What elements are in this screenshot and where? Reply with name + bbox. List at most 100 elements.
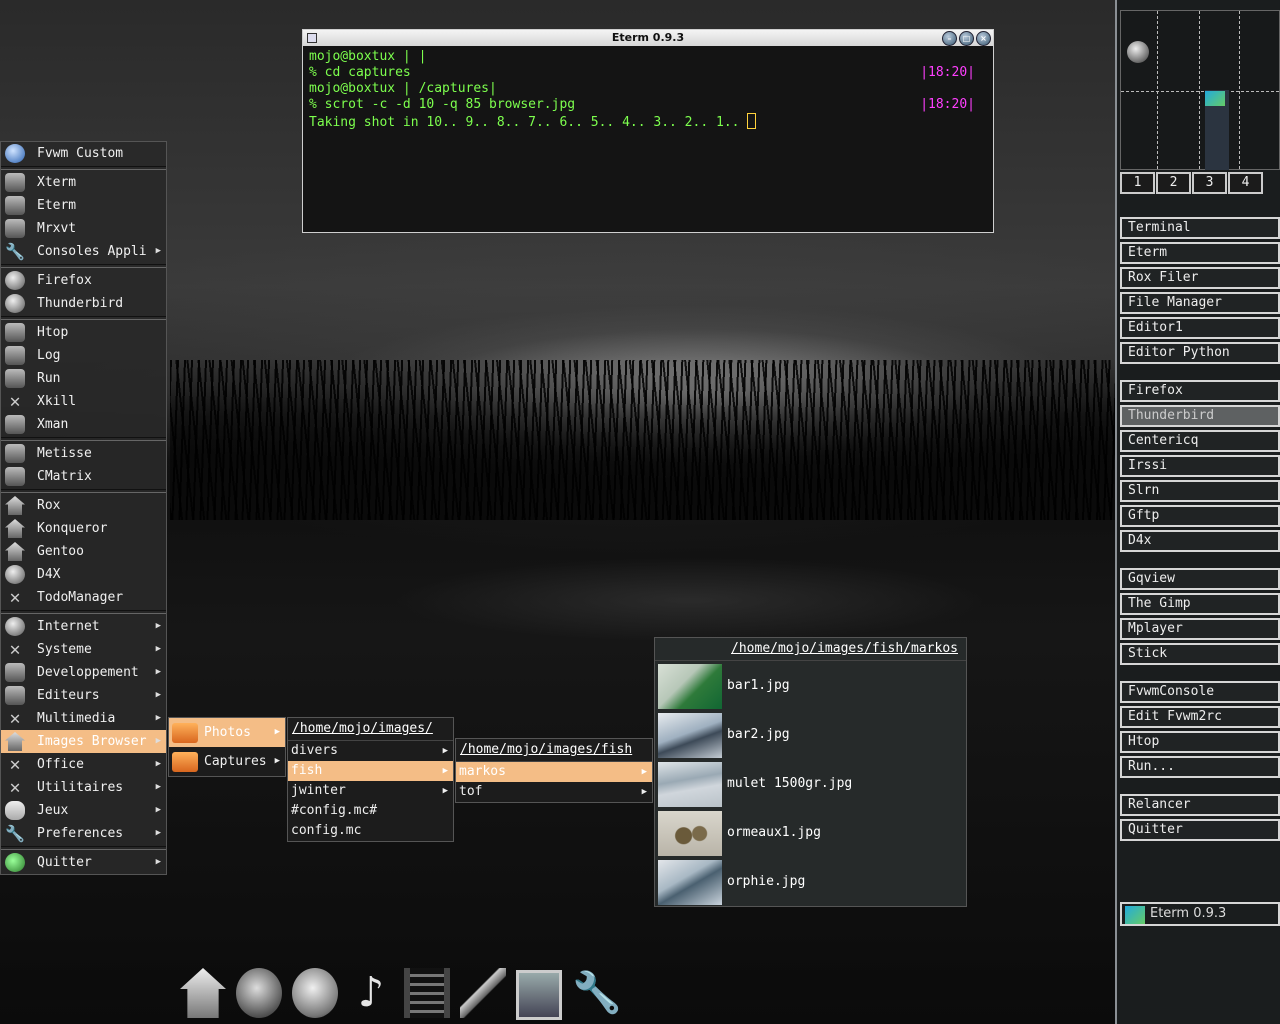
wrench-icon[interactable]: 🔧 xyxy=(572,968,622,1018)
launcher-editor-python[interactable]: Editor Python xyxy=(1120,342,1280,364)
launcher-run[interactable]: Run... xyxy=(1120,756,1280,778)
image-file-item[interactable]: orphie.jpg xyxy=(655,857,966,906)
menu-item-jeux[interactable]: Jeux ▶ xyxy=(1,799,166,822)
launcher-quitter[interactable]: Quitter xyxy=(1120,819,1280,841)
menu-item-multimedia[interactable]: ✕ Multimedia ▶ xyxy=(1,707,166,730)
menu-item-jwinter[interactable]: jwinter ▶ xyxy=(288,781,453,801)
monitor-icon[interactable] xyxy=(516,970,562,1020)
launcher-fvwmconsole[interactable]: FvwmConsole xyxy=(1120,681,1280,703)
taskbar-item-eterm[interactable]: Eterm 0.9.3 xyxy=(1120,902,1280,926)
images-browser-submenu[interactable]: Photos ▶ Captures ▶ xyxy=(168,717,286,777)
menu-item-systeme[interactable]: ✕ Systeme ▶ xyxy=(1,638,166,661)
launcher-firefox[interactable]: Firefox xyxy=(1120,380,1280,402)
pen-icon[interactable] xyxy=(460,968,506,1018)
menu-item-thunderbird[interactable]: Thunderbird xyxy=(1,292,166,315)
menu-item-log[interactable]: Log xyxy=(1,344,166,367)
root-menu[interactable]: Fvwm Custom Xterm Eterm Mrxvt 🔧 Consoles Appl… xyxy=(0,141,167,875)
menu-item-xkill[interactable]: ✕ Xkill xyxy=(1,390,166,413)
globe-icon xyxy=(5,271,25,290)
launcher-gftp[interactable]: Gftp xyxy=(1120,505,1280,527)
exit-icon xyxy=(5,853,25,872)
menu-item-editeurs[interactable]: Editeurs ▶ xyxy=(1,684,166,707)
menu-item-images-browser[interactable]: Images Browser ▶ xyxy=(1,730,166,753)
menu-item-markos[interactable]: markos ▶ xyxy=(456,762,652,782)
menu-item-firefox[interactable]: Firefox xyxy=(1,269,166,292)
menu-item-konqueror[interactable]: Konqueror xyxy=(1,517,166,540)
menu-item-cmatrix[interactable]: CMatrix xyxy=(1,465,166,488)
image-file-item[interactable]: mulet 1500gr.jpg xyxy=(655,759,966,808)
launcher-terminal[interactable]: Terminal xyxy=(1120,217,1280,239)
launcher-eterm[interactable]: Eterm xyxy=(1120,242,1280,264)
menu-item-eterm[interactable]: Eterm xyxy=(1,194,166,217)
music-icon[interactable]: ♪ xyxy=(348,968,394,1018)
images-dir-menu[interactable]: /home/mojo/images/ divers ▶ fish ▶ jwinter ▶ #… xyxy=(287,717,454,842)
menu-item-run[interactable]: Run xyxy=(1,367,166,390)
menu-item-label: Quitter xyxy=(37,855,92,870)
pager-window-thumb[interactable] xyxy=(1205,91,1225,106)
menu-item-captures[interactable]: Captures ▶ xyxy=(169,747,285,776)
launcher-editor1[interactable]: Editor1 xyxy=(1120,317,1280,339)
film-icon[interactable] xyxy=(404,968,450,1018)
launcher-thunderbird[interactable]: Thunderbird xyxy=(1120,405,1280,427)
menu-item-mrxvt[interactable]: Mrxvt xyxy=(1,217,166,240)
menu-item-utilitaires[interactable]: ✕ Utilitaires ▶ xyxy=(1,776,166,799)
launcher-gqview[interactable]: Gqview xyxy=(1120,568,1280,590)
menu-item-divers[interactable]: divers ▶ xyxy=(288,741,453,761)
maximize-icon[interactable]: □ xyxy=(959,31,974,46)
thunderbird-icon[interactable] xyxy=(292,968,338,1018)
fish-dir-menu[interactable]: /home/mojo/images/fish markos ▶ tof ▶ xyxy=(455,738,653,803)
menu-item-htop[interactable]: Htop xyxy=(1,321,166,344)
image-file-item[interactable]: bar2.jpg xyxy=(655,710,966,759)
menu-item-todomanager[interactable]: ✕ TodoManager xyxy=(1,586,166,609)
menu-item-d4x[interactable]: D4X xyxy=(1,563,166,586)
launcher-d4x[interactable]: D4x xyxy=(1120,530,1280,552)
terminal-line: mojo@boxtux | | xyxy=(309,49,427,64)
eterm-titlebar[interactable]: Eterm 0.9.3 – □ × xyxy=(303,30,993,46)
launcher-slrn[interactable]: Slrn xyxy=(1120,480,1280,502)
close-icon[interactable]: × xyxy=(976,31,991,46)
minimize-icon[interactable]: – xyxy=(942,31,957,46)
firefox-icon[interactable] xyxy=(236,968,282,1018)
launcher-mplayer[interactable]: Mplayer xyxy=(1120,618,1280,640)
menu-item-quitter[interactable]: Quitter ▶ xyxy=(1,851,166,874)
menu-item-config-mc[interactable]: config.mc xyxy=(288,821,453,841)
menu-item-office[interactable]: ✕ Office ▶ xyxy=(1,753,166,776)
launcher-centericq[interactable]: Centericq xyxy=(1120,430,1280,452)
menu-item-fish[interactable]: fish ▶ xyxy=(288,761,453,781)
launcher-relancer[interactable]: Relancer xyxy=(1120,794,1280,816)
menu-item-developpement[interactable]: Developpement ▶ xyxy=(1,661,166,684)
menu-item-xterm[interactable]: Xterm xyxy=(1,171,166,194)
menu-item-rox[interactable]: Rox xyxy=(1,494,166,517)
desk-button-1[interactable]: 1 xyxy=(1120,172,1155,194)
launcher-edit-fvwm2rc[interactable]: Edit Fvwm2rc xyxy=(1120,706,1280,728)
launcher-stick[interactable]: Stick xyxy=(1120,643,1280,665)
launcher-rox-filer[interactable]: Rox Filer xyxy=(1120,267,1280,289)
menu-item-xman[interactable]: Xman xyxy=(1,413,166,436)
menu-item-preferences[interactable]: 🔧 Preferences ▶ xyxy=(1,822,166,845)
eterm-window[interactable]: Eterm 0.9.3 – □ × mojo@boxtux | | % cd c… xyxy=(302,29,994,233)
desk-button-4[interactable]: 4 xyxy=(1228,172,1263,194)
menu-item-config-mc[interactable]: #config.mc# xyxy=(288,801,453,821)
launcher-irssi[interactable]: Irssi xyxy=(1120,455,1280,477)
image-file-item[interactable]: bar1.jpg xyxy=(655,661,966,710)
home-icon xyxy=(5,732,25,751)
launcher-the-gimp[interactable]: The Gimp xyxy=(1120,593,1280,615)
launcher-htop[interactable]: Htop xyxy=(1120,731,1280,753)
desk-button-2[interactable]: 2 xyxy=(1156,172,1191,194)
desktop-pager[interactable] xyxy=(1120,10,1280,170)
image-file-item[interactable]: ormeaux1.jpg xyxy=(655,808,966,857)
launcher-file-manager[interactable]: File Manager xyxy=(1120,292,1280,314)
menu-item-consoles-appli[interactable]: 🔧 Consoles Appli ▶ xyxy=(1,240,166,263)
home-icon[interactable] xyxy=(180,968,226,1018)
menu-item-tof[interactable]: tof ▶ xyxy=(456,782,652,802)
pager-window-thumb[interactable] xyxy=(1127,41,1149,63)
desk-button-3[interactable]: 3 xyxy=(1192,172,1227,194)
window-menu-icon[interactable] xyxy=(307,33,317,43)
menu-item-photos[interactable]: Photos ▶ xyxy=(169,718,285,747)
menu-item-fvwm-custom[interactable]: Fvwm Custom xyxy=(1,142,166,165)
menu-item-internet[interactable]: Internet ▶ xyxy=(1,615,166,638)
menu-item-gentoo[interactable]: Gentoo xyxy=(1,540,166,563)
terminal-output[interactable]: mojo@boxtux | | % cd captures |18:20| moj… xyxy=(303,46,993,132)
menu-item-metisse[interactable]: Metisse xyxy=(1,442,166,465)
markos-thumbnail-menu[interactable]: /home/mojo/images/fish/markos bar1.jpg ba… xyxy=(654,637,967,907)
